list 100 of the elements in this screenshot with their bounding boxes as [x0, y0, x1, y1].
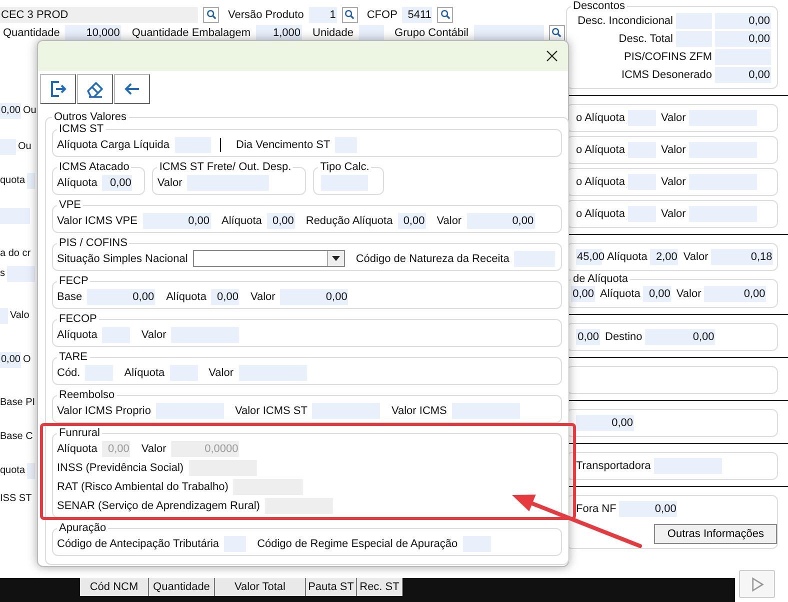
field-label: Alíquota — [57, 442, 98, 456]
field-label: Valor — [676, 287, 702, 302]
input-field[interactable]: 1 — [308, 6, 337, 22]
search-button[interactable] — [437, 6, 454, 22]
input-field[interactable]: 5411 — [402, 6, 432, 22]
caret-icon — [332, 256, 340, 261]
input-field[interactable] — [27, 173, 36, 189]
input-field[interactable]: CEC 3 PROD — [0, 6, 198, 22]
search-button[interactable] — [203, 6, 219, 22]
field-label: Código de Regime Especial de Apuração — [257, 536, 458, 552]
input-field[interactable]: 0,00 — [211, 288, 240, 304]
field-label: INSS (Previdência Social) — [57, 460, 184, 476]
group-title: ICMS ST — [58, 123, 105, 135]
input-field[interactable]: 0,00 — [643, 286, 672, 302]
input-field[interactable]: 0,00 — [142, 212, 210, 228]
field-label: Valor — [250, 290, 276, 304]
input-field[interactable]: 0,00 — [102, 174, 132, 190]
field-label: Quantidade — [3, 26, 60, 40]
column-header[interactable]: Rec. ST — [357, 578, 403, 596]
field-label: o Alíquota — [576, 175, 625, 190]
field-label: Base PI — [0, 396, 36, 410]
field-label: Ou — [23, 104, 36, 118]
input-field[interactable]: 0,00 — [398, 212, 426, 228]
input-field[interactable]: 0,00 — [466, 212, 535, 228]
field-label: o Alíquota — [576, 143, 625, 158]
input-field[interactable] — [27, 463, 36, 479]
input-field[interactable]: 0,00 — [715, 31, 771, 47]
field-label: Valor ICMS VPE — [57, 214, 138, 228]
field-label: Código de Natureza da Receita — [356, 252, 510, 266]
field-label: Base — [57, 290, 82, 304]
toolbar-button[interactable] — [114, 74, 150, 104]
column-header[interactable]: Valor Total — [215, 578, 306, 596]
group-title: FECP — [58, 275, 90, 287]
field-label: CFOP — [366, 8, 398, 22]
field-label: Destino — [605, 330, 642, 345]
field-label: RAT (Risco Ambiental do Trabalho) — [57, 480, 228, 494]
toolbar-button[interactable] — [40, 74, 76, 104]
input-field[interactable]: 0,00 — [0, 352, 21, 368]
input-field[interactable]: 0,00 — [571, 286, 595, 302]
search-button[interactable] — [548, 24, 565, 40]
field-label: quota — [0, 174, 26, 188]
field-label: Valor ICMS Proprio — [57, 404, 151, 418]
search-button[interactable] — [342, 6, 358, 22]
input-field[interactable] — [474, 24, 544, 40]
input-field[interactable]: 0,00 — [715, 67, 771, 83]
group-title: PIS / COFINS — [58, 237, 128, 249]
field-label: Valor — [157, 176, 182, 190]
input-field[interactable]: 2,00 — [650, 249, 678, 265]
next-button[interactable] — [739, 570, 775, 598]
field-label: ICMS Desonerado — [622, 68, 712, 83]
input-field[interactable]: 0,18 — [711, 249, 774, 265]
column-header[interactable]: Cód NCM — [80, 578, 149, 596]
field-label: Valor — [436, 214, 462, 228]
input-field[interactable]: 45,00 — [576, 249, 602, 265]
field-label: Cód. — [57, 366, 80, 380]
input-field[interactable] — [358, 24, 384, 40]
field-label: ISS ST — [0, 492, 32, 506]
field-label: Valo — [10, 309, 30, 323]
group-title: Descontos — [572, 0, 626, 12]
group-title: de Alíquota — [572, 273, 630, 285]
close-icon[interactable] — [546, 50, 558, 62]
group-title: Apuração — [58, 522, 108, 534]
input-field[interactable]: 0,00 — [266, 212, 295, 228]
input-field[interactable] — [0, 208, 30, 224]
input-field[interactable]: 0,00 — [576, 415, 634, 431]
field-label: Valor — [683, 250, 708, 265]
input-field[interactable]: 10,000 — [64, 24, 121, 40]
field-label: Valor — [660, 207, 686, 222]
search-icon — [206, 9, 216, 20]
column-header[interactable]: Quantidade — [149, 578, 215, 596]
input-field[interactable]: 0,00 — [576, 329, 600, 345]
field-label: Versão Produto — [228, 8, 304, 22]
field-label: Valor — [208, 366, 234, 380]
toolbar-button[interactable] — [77, 74, 113, 104]
more-info-button[interactable]: Outras Informações — [654, 524, 777, 544]
input-field[interactable] — [7, 266, 35, 282]
search-icon — [440, 9, 451, 20]
group-title: ICMS Atacado — [58, 161, 130, 173]
input-field[interactable]: 1,000 — [256, 24, 302, 40]
input-field[interactable]: 0,00 — [704, 286, 766, 302]
group-title: Reembolso — [58, 389, 116, 401]
field-label: o Alíquota — [576, 207, 625, 222]
search-icon — [551, 27, 562, 38]
exit-icon — [48, 79, 68, 99]
field-label: s — [0, 267, 5, 281]
field-label: Alíquota — [57, 328, 98, 342]
input-field[interactable]: 0,00 — [715, 13, 771, 29]
input-field[interactable]: 0,00 — [0, 103, 21, 119]
input-field[interactable]: 0,00 — [280, 288, 348, 304]
field-label: Alíquota — [600, 287, 640, 302]
input-field[interactable]: 0,00 — [645, 329, 716, 345]
field-label: Alíquota — [57, 176, 98, 190]
dropdown[interactable] — [192, 250, 345, 267]
input-field[interactable]: 0,00 — [619, 501, 678, 517]
field-label: O — [23, 353, 31, 367]
input-field[interactable]: 0,00 — [87, 288, 156, 304]
column-header[interactable]: Pauta ST — [306, 578, 357, 596]
field-label: Alíquota — [124, 366, 165, 380]
field-label: Fora NF — [576, 502, 616, 517]
field-label: Alíquota — [166, 290, 206, 304]
